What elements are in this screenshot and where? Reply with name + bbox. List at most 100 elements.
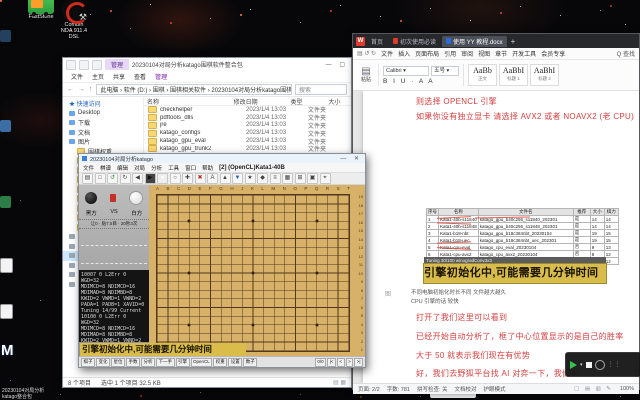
toolbar-icon[interactable]: ▲	[219, 173, 231, 184]
view-mode-icons[interactable]: ▢ ▤ ▥ ✎	[574, 386, 613, 392]
toolbar-icon[interactable]: ⌖	[319, 173, 331, 184]
column-date[interactable]: 修改日期	[231, 97, 288, 106]
go-board[interactable]: ABCDEFGHJKLMNOPQRST 19 18 17 16 15 14 13 12 11 10…	[149, 185, 365, 361]
bold-italic-underline-buttons[interactable]: B I U · A A	[383, 78, 459, 85]
desktop-edge-icon[interactable]	[0, 120, 11, 132]
font-size-select[interactable]: 五号 ▾	[431, 65, 459, 76]
find-button[interactable]: Q 查找	[617, 49, 635, 58]
nav-button[interactable]: |<	[327, 357, 336, 367]
toolbar-icon[interactable]: ▼	[232, 173, 243, 184]
nav-button[interactable]: >	[345, 357, 354, 367]
menu-file[interactable]: 文件	[381, 49, 393, 58]
document-area[interactable]: 则选择 OPENCL 引擎 如果你没有独立显卡 请选择 AVX2 或者 NOAV…	[353, 91, 639, 383]
explorer-window-controls[interactable]: — ▢	[326, 61, 348, 68]
go-window-controls[interactable]: — ✕	[340, 155, 362, 162]
style-preset[interactable]: AaBb 正文	[468, 64, 497, 86]
toolbar-icon[interactable]: ◀	[132, 173, 143, 184]
menu-item[interactable]: 编辑	[117, 164, 128, 172]
play-icon[interactable]	[570, 360, 577, 369]
sidebar-item[interactable]: Desktop	[63, 109, 143, 119]
menu-item[interactable]: 分析	[151, 164, 162, 172]
menu-item[interactable]: 视图	[478, 49, 490, 58]
toolbar-icon[interactable]: A	[207, 173, 218, 184]
paste-button[interactable]: ▤ 粘贴	[358, 67, 374, 84]
toolbar-icon[interactable]: ↺	[107, 173, 118, 184]
menu-item[interactable]: 引用	[444, 49, 456, 58]
menu-item[interactable]: 棋谱	[100, 164, 111, 172]
menu-item[interactable]: 审阅	[461, 49, 473, 58]
nav-button[interactable]: <	[336, 357, 345, 367]
toolbar-icon[interactable]: ▣	[307, 173, 318, 184]
toolbar-icon[interactable]: ≡	[269, 173, 281, 184]
desktop-icon-truck[interactable]: FastStone	[24, 0, 58, 20]
view-toggle-icons[interactable]: ▤ ▦	[333, 379, 346, 386]
nav-button[interactable]: >|	[354, 357, 363, 367]
sidebar-item[interactable]: 文档	[63, 128, 143, 138]
bottom-toggle[interactable]: 设置	[228, 357, 243, 367]
ribbon-tab[interactable]: 管理	[155, 72, 167, 81]
toolbar-icon[interactable]: ▦	[282, 173, 293, 184]
toolbar-icon[interactable]: ✖	[194, 173, 206, 184]
white-player-label[interactable]: 白方	[131, 209, 142, 217]
bottom-toggle[interactable]: 星位	[111, 357, 125, 367]
status-eye-mode[interactable]: 护眼模式	[484, 385, 506, 393]
search-input[interactable]: 搜索	[295, 84, 347, 95]
column-type[interactable]: 类型	[288, 97, 326, 106]
bottom-toggle[interactable]: 变化	[96, 357, 110, 367]
ribbon-tab[interactable]: 主页	[92, 72, 104, 81]
toolbar-icon[interactable]: ★	[244, 173, 256, 184]
bottom-toggle[interactable]: OpenCL	[190, 357, 213, 367]
qat-dropdown-icon[interactable]	[92, 59, 102, 70]
desktop-edge-icon[interactable]	[0, 304, 13, 319]
bottom-toggle[interactable]: 数子	[243, 357, 258, 367]
menu-item[interactable]: 章节	[495, 49, 507, 58]
toolbar-icon[interactable]: ✚	[182, 173, 193, 184]
menu-item[interactable]: 插入	[398, 49, 410, 58]
nav-arrows-icon[interactable]: ← → ↑	[67, 86, 93, 93]
ribbon-tab[interactable]: 查看	[134, 72, 146, 81]
desktop-edge-icon[interactable]	[0, 258, 13, 273]
bottom-toggle[interactable]: 分析	[141, 357, 155, 367]
menu-item[interactable]: 开发工具	[512, 49, 536, 58]
tab-doc1[interactable]: 初次使用必读	[389, 36, 440, 47]
manage-context-tab[interactable]: 管理	[105, 59, 130, 70]
style-preset[interactable]: AaBbI 标题 1	[499, 64, 528, 86]
tab-doc2-active[interactable]: 使用 YY 教程.docx	[442, 35, 507, 47]
wps-logo-icon[interactable]: W	[356, 36, 365, 46]
ribbon-tab[interactable]: 文件	[71, 72, 83, 81]
toolbar-icon[interactable]: ◆	[257, 173, 268, 184]
go-titlebar[interactable]: 20230104对局分析katago — ✕	[79, 154, 365, 163]
column-size[interactable]: 大小	[325, 97, 351, 106]
desktop-icon-combin[interactable]: Combin NDA 911.4 DSL	[56, 0, 92, 40]
document-page[interactable]: 则选择 OPENCL 引擎 如果你没有独立显卡 请选择 AVX2 或者 NOAV…	[363, 91, 639, 383]
toolbar-icon[interactable]: □	[94, 173, 106, 184]
style-preset[interactable]: AaBhI 标题 2	[530, 64, 559, 86]
toolbar-icon[interactable]: ●	[157, 173, 168, 184]
bottom-toggle[interactable]: 权重	[213, 357, 228, 367]
status-spellcheck[interactable]: 拼写检查: 关	[417, 385, 448, 393]
explorer-titlebar[interactable]: 管理 20230104对局分析katago围棋软件整合包 — ▢	[63, 58, 351, 71]
sidebar-item[interactable]: 下载	[63, 118, 143, 128]
toolbar-icon[interactable]: ⊞	[294, 173, 306, 184]
menu-item[interactable]: 窗口	[185, 164, 196, 172]
desktop-edge-icon[interactable]	[0, 196, 11, 208]
sidebar-quick-access[interactable]: ★ 快速访问	[63, 99, 143, 109]
toolbar-icon[interactable]: ↻	[119, 173, 131, 184]
engine-console[interactable]: 10007 0 L2Err 0 WGD=32 MDIMCD=8 NDIMCD=16…	[79, 270, 149, 342]
qat-folder-icon[interactable]	[66, 59, 76, 70]
stop-icon[interactable]	[585, 361, 592, 368]
toolbar-icon[interactable]: ▤	[82, 173, 93, 184]
toolbar-icon[interactable]: ○	[169, 173, 181, 184]
zoom-level[interactable]: 100%	[620, 386, 634, 392]
ribbon-tab[interactable]: 共享	[113, 72, 125, 81]
breadcrumb[interactable]: 此电脑 › 软件 (D:) › 围棋 › 围棋相关软件 › 20230104对局…	[96, 84, 292, 95]
qat-newfolder-icon[interactable]	[79, 59, 89, 70]
chevron-down-icon[interactable]: ▾	[580, 362, 583, 368]
tab-home[interactable]: 首页	[367, 36, 387, 47]
record-icon[interactable]	[594, 359, 605, 370]
quick-access-icons[interactable]: ▤ ↺ ↻	[357, 50, 376, 57]
toolbar-icon[interactable]: ▶	[144, 173, 156, 184]
grip-dots-icon[interactable]: ⋮⋮	[608, 361, 622, 368]
sidebar-item[interactable]: 图片	[63, 137, 143, 147]
menu-item[interactable]: 文件	[83, 164, 94, 172]
